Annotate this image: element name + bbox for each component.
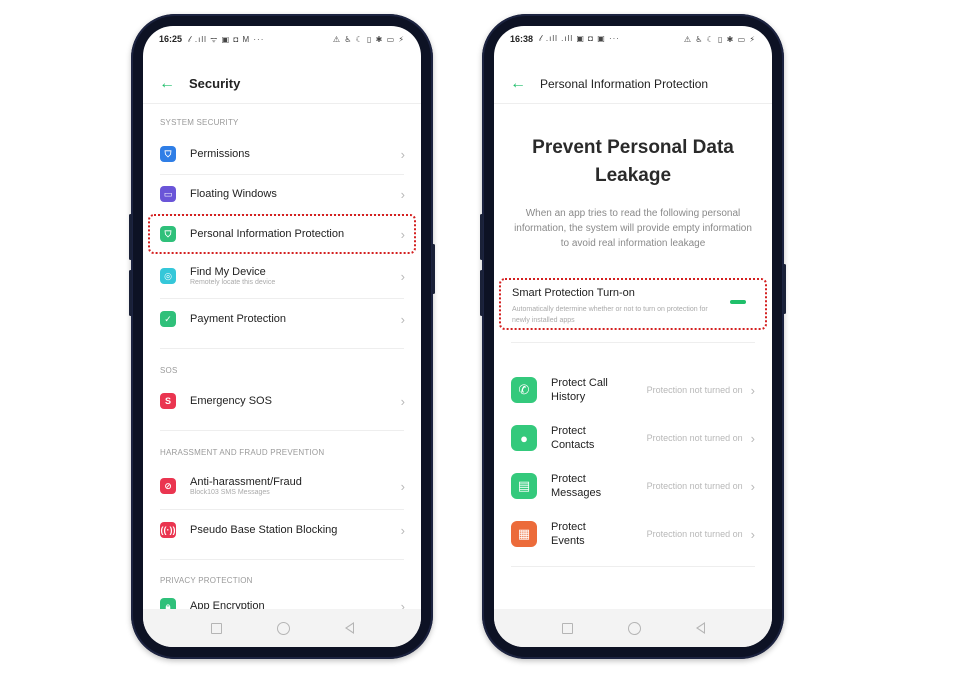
navigation-bar <box>494 609 772 647</box>
row-title: Permissions <box>190 148 250 160</box>
protect-item-status: Protection not turned on <box>646 433 743 443</box>
row-subtitle: Remotely locate this device <box>190 279 276 286</box>
hero-description: When an app tries to read the following … <box>514 208 752 249</box>
phone-icon: ✆ <box>511 377 537 403</box>
page-title: Personal Information Protection <box>540 76 709 91</box>
row-find-my-device[interactable]: ◎ Find My Device Remotely locate this de… <box>143 254 421 298</box>
home-icon[interactable] <box>276 621 290 635</box>
back-arrow-icon[interactable]: ← <box>159 75 181 93</box>
contact-icon: ● <box>511 425 537 451</box>
row-title: Payment Protection <box>190 313 286 325</box>
recent-apps-icon[interactable] <box>561 622 573 634</box>
window-icon: ▭ <box>160 186 176 202</box>
chevron-right-icon: › <box>400 311 405 327</box>
status-bar: 16:38 𝓁 .ıll .ıll ▣ ◘ ▣ ··· ⚠ ♿ ☾ ▯ ✱ ▭ … <box>494 26 772 52</box>
screen-security: 16:25 𝓁 .ıll ᯤ ▣ ◘ M ··· ⚠ ♿ ☾ ▯ ✱ ▭ ⚡ ←… <box>143 26 421 647</box>
app-header: ← Security <box>143 64 421 104</box>
phone-left: 16:25 𝓁 .ıll ᯤ ▣ ◘ M ··· ⚠ ♿ ☾ ▯ ✱ ▭ ⚡ ←… <box>129 14 435 659</box>
status-icons-left: 𝓁 .ıll ᯤ ▣ ◘ M ··· <box>188 34 265 44</box>
status-time: 16:25 <box>159 34 183 44</box>
home-icon[interactable] <box>627 621 641 635</box>
protect-item-status: Protection not turned on <box>646 529 743 539</box>
row-title: Anti-harassment/Fraud <box>190 476 302 488</box>
navigation-bar <box>143 609 421 647</box>
protect-item-title: Protect Messages <box>551 473 602 499</box>
row-title: Floating Windows <box>190 188 277 200</box>
chevron-right-icon: › <box>750 478 755 494</box>
row-subtitle: Block103 SMS Messages <box>190 489 270 496</box>
chevron-right-icon: › <box>400 186 405 202</box>
shield-check-icon: ✓ <box>160 311 176 327</box>
recent-apps-icon[interactable] <box>210 622 222 634</box>
highlight-smart-protection <box>499 278 767 330</box>
screen-personal-information-protection: 16:38 𝓁 .ıll .ıll ▣ ◘ ▣ ··· ⚠ ♿ ☾ ▯ ✱ ▭ … <box>494 26 772 647</box>
antenna-icon: ((·)) <box>160 522 176 538</box>
protect-item-status: Protection not turned on <box>646 481 743 491</box>
volume-button <box>129 270 132 316</box>
chevron-right-icon: › <box>400 478 405 494</box>
message-icon: ▤ <box>511 473 537 499</box>
row-payment-protection[interactable]: ✓ Payment Protection › <box>143 298 421 340</box>
divider <box>511 566 755 567</box>
back-triangle-icon[interactable] <box>695 622 705 634</box>
section-label-harassment: HARASSMENT AND FRAUD PREVENTION <box>160 448 325 457</box>
chevron-right-icon: › <box>400 268 405 284</box>
section-label-sos: SOS <box>160 366 178 375</box>
chevron-right-icon: › <box>750 526 755 542</box>
power-button <box>783 264 786 314</box>
sos-icon: S <box>160 393 176 409</box>
row-pseudo-base-station-blocking[interactable]: ((·)) Pseudo Base Station Blocking › <box>143 509 421 551</box>
protect-item-title: Protect Events <box>551 521 586 547</box>
row-anti-harassment[interactable]: ⊘ Anti-harassment/Fraud Block103 SMS Mes… <box>143 463 421 509</box>
chevron-right-icon: › <box>750 382 755 398</box>
status-icons-right: ⚠ ♿ ☾ ▯ ✱ ▭ ⚡ <box>332 34 405 44</box>
back-triangle-icon[interactable] <box>344 622 354 634</box>
chevron-right-icon: › <box>400 146 405 162</box>
phone-right: 16:38 𝓁 .ıll .ıll ▣ ◘ ▣ ··· ⚠ ♿ ☾ ▯ ✱ ▭ … <box>480 14 786 659</box>
status-bar: 16:25 𝓁 .ıll ᯤ ▣ ◘ M ··· ⚠ ♿ ☾ ▯ ✱ ▭ ⚡ <box>143 26 421 52</box>
divider <box>511 342 755 343</box>
protect-events-row[interactable]: ▦ Protect Events Protection not turned o… <box>511 510 755 558</box>
row-title: Pseudo Base Station Blocking <box>190 524 338 536</box>
row-emergency-sos[interactable]: S Emergency SOS › <box>143 381 421 421</box>
block-icon: ⊘ <box>160 478 176 494</box>
protect-messages-row[interactable]: ▤ Protect Messages Protection not turned… <box>511 462 755 510</box>
protect-call-history-row[interactable]: ✆ Protect Call History Protection not tu… <box>511 366 755 414</box>
row-title: Find My Device <box>190 266 266 278</box>
row-permissions[interactable]: ⛉ Permissions › <box>143 134 421 174</box>
protect-contacts-row[interactable]: ● Protect Contacts Protection not turned… <box>511 414 755 462</box>
status-time: 16:38 <box>510 34 534 44</box>
protect-item-title: Protect Contacts <box>551 425 595 451</box>
row-floating-windows[interactable]: ▭ Floating Windows › <box>143 174 421 214</box>
app-header: ← Personal Information Protection <box>494 64 772 104</box>
row-title: Emergency SOS <box>190 395 272 407</box>
back-arrow-icon[interactable]: ← <box>510 75 532 93</box>
volume-button <box>129 214 132 260</box>
protect-item-status: Protection not turned on <box>646 385 743 395</box>
divider <box>160 559 404 560</box>
chevron-right-icon: › <box>750 430 755 446</box>
volume-button <box>480 270 483 316</box>
shield-icon: ⛉ <box>160 146 176 162</box>
volume-button <box>480 214 483 260</box>
protect-item-title: Protect Call History <box>551 377 608 403</box>
status-icons-left: 𝓁 .ıll .ıll ▣ ◘ ▣ ··· <box>539 34 620 43</box>
highlight-personal-information-protection <box>148 214 416 254</box>
divider <box>160 348 404 349</box>
divider <box>160 430 404 431</box>
hero-title: Prevent Personal Data Leakage <box>532 137 734 186</box>
status-icons-right: ⚠ ♿ ☾ ▯ ✱ ▭ ⚡ <box>683 34 756 44</box>
section-label-privacy-protection: PRIVACY PROTECTION <box>160 576 253 585</box>
chevron-right-icon: › <box>400 522 405 538</box>
section-label-system-security: SYSTEM SECURITY <box>160 118 239 127</box>
page-title: Security <box>189 76 241 91</box>
calendar-icon: ▦ <box>511 521 537 547</box>
chevron-right-icon: › <box>400 393 405 409</box>
locate-icon: ◎ <box>160 268 176 284</box>
power-button <box>432 244 435 294</box>
